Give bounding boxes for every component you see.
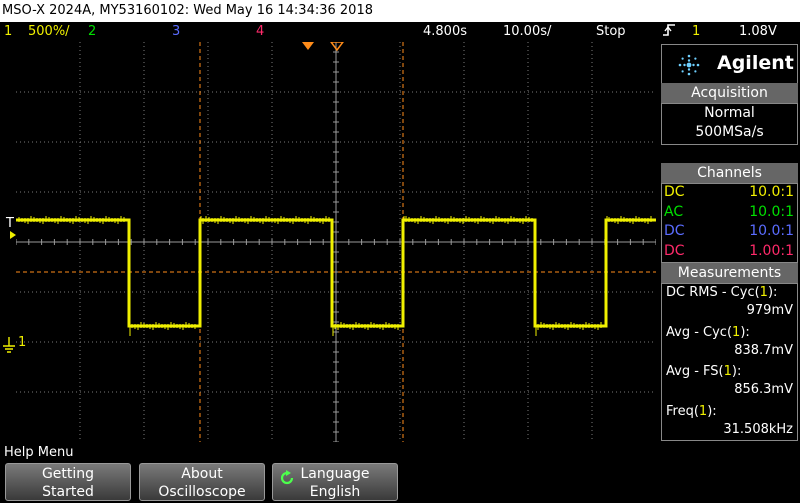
softkey-menu-title: Help Menu: [0, 443, 800, 463]
ch2-number[interactable]: 2: [88, 22, 96, 42]
channels-box: DC 10.0:1 AC 10.0:1 DC 10.0:1 DC 1.00:1: [661, 183, 798, 263]
measurement-label: Avg - FS(1):: [666, 364, 742, 379]
channel-coupling: DC: [664, 184, 685, 200]
acquisition-box: Normal 500MSa/s: [661, 103, 798, 145]
trigger-marker: T: [6, 216, 14, 231]
channel-coupling: DC: [664, 223, 685, 239]
ch4-number[interactable]: 4: [256, 22, 264, 42]
brand-box: Agilent: [661, 44, 798, 84]
ch1-number[interactable]: 1: [4, 22, 12, 42]
channel-probe: 10.0:1: [749, 223, 794, 239]
channel-coupling: AC: [664, 204, 684, 220]
measurement-label: Avg - Cyc(1):: [666, 325, 750, 340]
ch1-ground-marker[interactable]: 1: [18, 335, 26, 350]
graticule: [16, 42, 656, 442]
measurement-label: DC RMS - Cyc(1):: [666, 285, 778, 300]
language-button[interactable]: Language English: [272, 463, 398, 501]
about-oscilloscope-button[interactable]: About Oscilloscope: [139, 463, 265, 501]
ch3-number[interactable]: 3: [172, 22, 180, 42]
channel-probe: 1.00:1: [749, 243, 794, 259]
agilent-logo-icon: [678, 54, 700, 76]
channel-row-4[interactable]: DC: [664, 243, 685, 259]
acquisition-mode: Normal: [704, 105, 755, 121]
trigger-position-marker[interactable]: [302, 42, 314, 50]
getting-started-button[interactable]: Getting Started: [5, 463, 131, 501]
horizontal-delay: 4.800s: [423, 24, 467, 39]
trigger-source: 1: [692, 24, 701, 39]
waveform-display[interactable]: [16, 42, 656, 442]
trigger-level: 1.08V: [739, 24, 777, 39]
measurements-header: Measurements: [661, 263, 798, 283]
channel-coupling: DC: [664, 243, 685, 259]
status-bar: 1 500%/ 2 3 4 4.800s 10.00s/ Stop 1 1.08…: [0, 22, 800, 42]
ch1-scale[interactable]: 500%/: [28, 22, 70, 42]
run-state: Stop: [596, 24, 626, 39]
measurement-value: 31.508kHz: [723, 422, 793, 437]
measurements-box: DC RMS - Cyc(1): 979mV Avg - Cyc(1): 838…: [661, 283, 798, 441]
brand-name: Agilent: [717, 52, 794, 74]
rotate-knob-icon: [280, 470, 294, 485]
channels-header: Channels: [661, 163, 798, 183]
trigger-arrow-icon: [10, 231, 16, 239]
channel-row-2[interactable]: AC: [664, 204, 683, 220]
timebase-scale: 10.00s/: [503, 24, 552, 39]
channel-row-3[interactable]: DC: [664, 223, 685, 239]
delay-reference-marker: [330, 42, 344, 52]
info-panel: Agilent Acquisition Normal 500MSa/s Chan…: [659, 42, 800, 442]
measurement-value: 838.7mV: [734, 343, 793, 358]
channel-row-1[interactable]: DC: [664, 184, 685, 200]
measurement-value: 856.3mV: [734, 382, 793, 397]
acquisition-header: Acquisition: [661, 83, 798, 103]
measurement-value: 979mV: [746, 303, 793, 318]
ch1-waveform-noise: [18, 216, 652, 336]
channel-probe: 10.0:1: [749, 204, 794, 220]
ground-icon: [3, 337, 15, 353]
channel-probe: 10.0:1: [749, 184, 794, 200]
window-title: MSO-X 2024A, MY53160102: Wed May 16 14:3…: [0, 0, 800, 22]
measurement-label: Freq(1):: [666, 404, 717, 419]
sample-rate: 500MSa/s: [695, 124, 764, 140]
